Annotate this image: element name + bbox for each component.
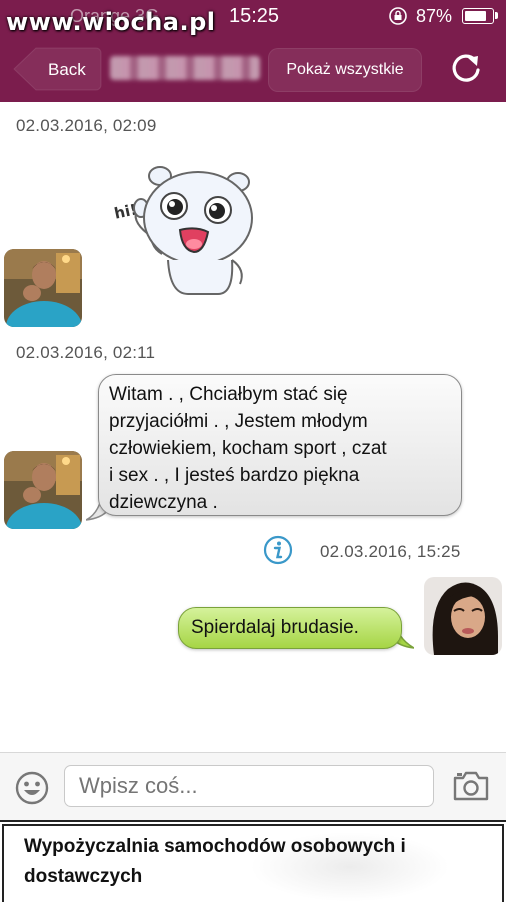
own-avatar[interactable] [424,577,502,655]
message-line: dziewczyna . [109,492,218,513]
show-all-label: Pokaż wszystkie [286,61,404,78]
battery-icon [462,8,494,24]
message-line: Witam . , Chciałbym stać się [109,384,348,405]
sender-avatar[interactable] [4,249,82,327]
battery-percent: 87% [416,6,453,26]
status-bar: Orange 3G www.wiocha.pl 15:25 87% [0,0,506,36]
emoji-icon[interactable] [14,770,50,811]
outgoing-message-bubble[interactable]: Spierdalaj brudasie. [178,607,402,649]
message-input-bar [0,752,506,821]
show-all-button[interactable]: Pokaż wszystkie [268,48,422,92]
message-line: i sex . , I jesteś bardzo piękna [109,465,360,486]
message-timestamp: 02.03.2016, 02:11 [16,343,156,362]
message-timestamp: 02.03.2016, 02:09 [16,116,157,135]
refresh-icon[interactable] [448,50,484,91]
message-line: przyjaciółmi . , Jestem młodym [109,411,368,432]
back-button[interactable]: Back [12,46,102,92]
message-text: Spierdalaj brudasie. [191,617,359,638]
ad-banner[interactable]: Wypożyczalnia samochodów osobowych i dos… [0,820,506,902]
message-line: człowiekiem, kocham sport , czat [109,438,387,459]
rotation-lock-icon [388,6,408,32]
ad-text-line: Wypożyczalnia samochodów osobowych i [24,836,406,857]
message-timestamp: 02.03.2016, 15:25 [320,542,461,561]
contact-name-blurred [110,56,260,80]
sticker-hi[interactable]: hi! [108,160,258,311]
back-button-label: Back [48,60,86,79]
watermark: www.wiocha.pl [6,8,216,36]
message-input[interactable] [64,765,434,807]
battery-fill [465,11,486,21]
info-icon[interactable] [262,534,294,571]
ad-text-line: dostawczych [24,866,143,887]
sender-avatar[interactable] [4,451,82,529]
incoming-message-bubble[interactable]: Witam . , Chciałbym stać się przyjaciółm… [98,374,462,516]
battery-tip [495,12,498,19]
status-time: 15:25 [229,5,280,27]
app-header: Orange 3G www.wiocha.pl 15:25 87% Back P… [0,0,506,102]
camera-icon[interactable] [452,769,490,808]
